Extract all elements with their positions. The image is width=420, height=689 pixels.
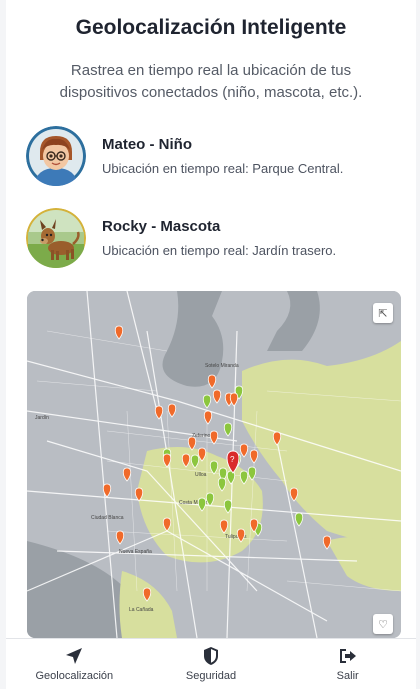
- map-label: Ciudad Blanca: [91, 515, 124, 521]
- device-card-child[interactable]: Mateo - Niño Ubicación en tiempo real: P…: [26, 124, 396, 188]
- nav-item-salir[interactable]: Salir: [279, 639, 416, 689]
- shield-icon: [202, 646, 220, 666]
- logout-icon: [338, 646, 358, 666]
- device-name: Mateo - Niño: [102, 136, 192, 153]
- page-title: Geolocalización Inteligente: [75, 16, 347, 39]
- device-card-pet[interactable]: Rocky - Mascota Ubicación en tiempo real…: [26, 206, 396, 270]
- device-location: Ubicación en tiempo real: Parque Central…: [102, 161, 344, 176]
- map-label: Sotelo Miranda: [205, 363, 239, 369]
- location-map[interactable]: Sotelo Miranda Zeferino Ulloa Costa Mayo…: [27, 291, 401, 638]
- map-label: Nueva España: [119, 549, 152, 555]
- map-expand-button[interactable]: ⇱: [373, 303, 393, 323]
- map-favorite-button[interactable]: ♡: [373, 614, 393, 634]
- nav-item-seguridad[interactable]: Seguridad: [143, 639, 280, 689]
- map-label: Jardín: [35, 415, 49, 421]
- device-name: Rocky - Mascota: [102, 218, 221, 235]
- child-avatar: [26, 126, 86, 186]
- map-canvas: Sotelo Miranda Zeferino Ulloa Costa Mayo…: [27, 291, 401, 638]
- app-page: Geolocalización Inteligente Rastrea en t…: [6, 0, 416, 689]
- nav-label: Salir: [336, 670, 359, 682]
- nav-item-geolocalizacion[interactable]: Geolocalización: [6, 639, 143, 689]
- device-location: Ubicación en tiempo real: Jardín trasero…: [102, 243, 337, 258]
- map-label: La Cañada: [129, 607, 154, 613]
- nav-label: Geolocalización: [35, 670, 114, 682]
- pin-question-mark: ?: [230, 455, 235, 464]
- map-label: Ulloa: [195, 472, 207, 478]
- bottom-nav: Geolocalización Seguridad Salir: [6, 638, 416, 689]
- dog-avatar: [26, 208, 86, 268]
- nav-label: Seguridad: [185, 670, 237, 682]
- navigation-arrow-icon: [65, 646, 83, 666]
- page-subtitle: Rastrea en tiempo real la ubicación de t…: [59, 62, 363, 101]
